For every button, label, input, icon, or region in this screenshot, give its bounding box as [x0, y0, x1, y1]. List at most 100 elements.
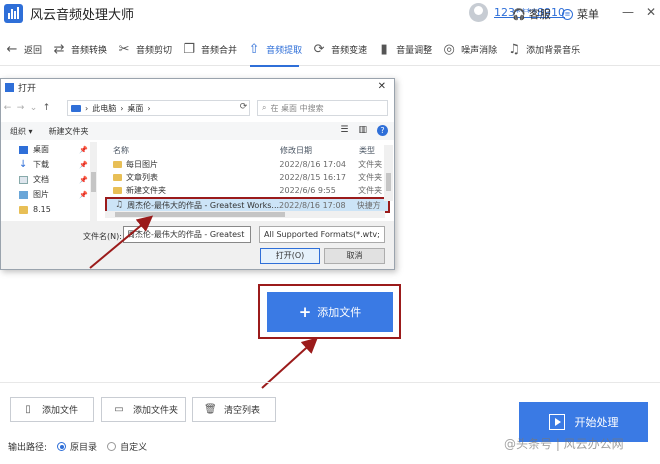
pin-icon: 📌: [79, 145, 88, 154]
nav-item-downloads[interactable]: ↓ 下载 📌: [1, 157, 98, 172]
radio-original-dir[interactable]: 原目录: [57, 440, 97, 453]
nav-item-label: 8.15: [33, 205, 51, 214]
radio-custom-dir[interactable]: 自定义: [107, 440, 147, 453]
dialog-close-icon[interactable]: ✕: [378, 81, 386, 92]
new-folder-button[interactable]: 新建文件夹: [49, 126, 89, 137]
filename-input[interactable]: 周杰伦-最伟大的作品 - Greatest: [123, 226, 251, 243]
nav-item-label: 下载: [33, 160, 49, 169]
speed-icon: ⟳: [313, 42, 325, 57]
file-row[interactable]: 新建文件夹 2022/6/6 9:55 文件夹: [105, 184, 390, 197]
view-options-icon[interactable]: ☰: [340, 125, 348, 136]
back-arrow-icon: ←: [6, 42, 18, 57]
radio-unchecked-icon: [107, 442, 117, 451]
open-button[interactable]: 打开(O): [260, 248, 320, 264]
dialog-app-icon: [5, 83, 14, 92]
toolbar-extract[interactable]: ⇧ 音频提取: [242, 34, 307, 67]
preview-pane-icon[interactable]: ▥: [358, 125, 367, 136]
help-icon[interactable]: ?: [377, 125, 388, 136]
radio-label: 自定义: [120, 443, 148, 453]
menu-label: 菜单: [577, 8, 599, 21]
add-file-highlight: + 添加文件: [258, 284, 401, 339]
toolbar-merge[interactable]: ❐ 音频合并: [177, 34, 242, 66]
folder-icon: [113, 161, 122, 168]
app-logo-icon: [4, 4, 23, 23]
toolbar-label: 音频转换: [71, 46, 108, 56]
search-placeholder: 在 桌面 中搜索: [270, 103, 324, 113]
bottom-divider: [0, 382, 660, 383]
file-list-hscrollbar[interactable]: [105, 211, 385, 218]
clear-list-button[interactable]: 🗑 清空列表: [192, 397, 276, 422]
nav-item-documents[interactable]: 文档 📌: [1, 172, 98, 187]
nav-item-pictures[interactable]: 图片 📌: [1, 187, 98, 202]
headset-icon: 🎧: [512, 7, 526, 21]
toolbar-label: 音频变速: [331, 46, 368, 56]
dialog-footer: 文件名(N): 周杰伦-最伟大的作品 - Greatest All Suppor…: [1, 221, 394, 269]
toolbar-convert[interactable]: ⇄ 音频转换: [47, 34, 112, 66]
breadcrumb-desktop[interactable]: 桌面: [127, 103, 143, 114]
cancel-button[interactable]: 取消: [324, 248, 385, 264]
organize-button[interactable]: 组织 ▾: [10, 126, 33, 137]
breadcrumb-pc[interactable]: 此电脑: [92, 103, 116, 114]
music-icon: ♫: [508, 42, 520, 57]
nav-up-icon[interactable]: ↑: [40, 103, 53, 113]
toolbar-label: 音频合并: [201, 46, 238, 56]
file-row[interactable]: 文章列表 2022/8/15 16:17 文件夹: [105, 171, 390, 184]
breadcrumb-sep-icon: ›: [147, 103, 151, 113]
pin-icon: 📌: [79, 160, 88, 169]
nav-item-desktop[interactable]: 桌面 📌: [1, 142, 98, 157]
minimize-icon[interactable]: —: [622, 5, 634, 19]
upload-icon: ⇧: [248, 42, 260, 57]
function-toolbar: ← 返回 ⇄ 音频转换 ✂ 音频剪切 ❐ 音频合并 ⇧ 音频提取 ⟳ 音频变速 …: [0, 34, 660, 67]
toolbar-speed[interactable]: ⟳ 音频变速: [307, 34, 372, 66]
dialog-nav-bar: ← → ⌄ ↑ › 此电脑 › 桌面 › ⟳ ⌕ 在 桌面 中搜索: [1, 100, 394, 116]
toolbar-volume[interactable]: ▮ 音量调整: [372, 34, 437, 66]
nav-item-label: 桌面: [33, 145, 49, 154]
format-select[interactable]: All Supported Formats(*.wtv;: [259, 226, 385, 243]
toolbar-cut[interactable]: ✂ 音频剪切: [112, 34, 177, 66]
toolbar-back[interactable]: ← 返回: [0, 34, 47, 66]
avatar[interactable]: [469, 3, 488, 22]
add-file-button[interactable]: ▯ 添加文件: [10, 397, 94, 422]
app-window: 风云音频处理大师 123****8910 🎧 客服 ≡ 菜单 — ✕ ← 返回 …: [0, 0, 660, 464]
convert-icon: ⇄: [53, 42, 65, 57]
customer-service-button[interactable]: 🎧 客服: [512, 6, 551, 22]
toolbar-bgm[interactable]: ♫ 添加背景音乐: [502, 34, 585, 66]
folder-outline-icon: ▭: [114, 404, 124, 415]
nav-item-folder[interactable]: 8.15: [1, 202, 98, 217]
file-name: 周杰伦-最伟大的作品 - Greatest Works...: [127, 200, 279, 210]
filename-value: 周杰伦-最伟大的作品 - Greatest: [127, 230, 245, 239]
nav-back-icon[interactable]: ←: [1, 103, 14, 113]
add-folder-button[interactable]: ▭ 添加文件夹: [101, 397, 186, 422]
nav-forward-icon[interactable]: →: [14, 103, 27, 113]
add-file-big-button[interactable]: + 添加文件: [267, 292, 393, 332]
toolbar-noise[interactable]: ◎ 噪声消除: [437, 34, 502, 66]
watermark: @头条号 | 风云办公网: [504, 437, 624, 451]
file-name: 新建文件夹: [126, 186, 166, 195]
dialog-nav-pane: 桌面 📌 ↓ 下载 📌 文档 📌 图片 📌 8.15: [1, 142, 98, 222]
refresh-icon[interactable]: ⟳: [237, 102, 250, 112]
file-list-vscrollbar[interactable]: [384, 145, 393, 201]
radio-label: 原目录: [70, 443, 98, 453]
toolbar-label: 返回: [24, 46, 43, 56]
close-icon[interactable]: ✕: [646, 5, 656, 19]
folder-icon: [113, 187, 122, 194]
file-date: 2022/6/6 9:55: [279, 186, 336, 195]
file-name: 文章列表: [126, 173, 158, 182]
nav-dropdown-icon[interactable]: ⌄: [27, 103, 40, 113]
toolbar-label: 音量调整: [396, 46, 433, 56]
file-icon: ▯: [25, 404, 31, 415]
noise-icon: ◎: [443, 42, 455, 57]
column-date[interactable]: 修改日期: [280, 145, 359, 157]
add-file-label: 添加文件: [42, 406, 79, 416]
file-row[interactable]: 每日图片 2022/8/16 17:04 文件夹: [105, 158, 390, 171]
pin-icon: 📌: [79, 190, 88, 199]
dialog-search-input[interactable]: ⌕ 在 桌面 中搜索: [257, 100, 388, 116]
pin-icon: 📌: [79, 175, 88, 184]
address-bar[interactable]: › 此电脑 › 桌面 ›: [67, 100, 250, 116]
nav-scrollbar[interactable]: [90, 142, 97, 224]
menu-button[interactable]: ≡ 菜单: [562, 6, 599, 22]
file-date: 2022/8/16 17:08: [279, 200, 346, 210]
document-icon: [19, 175, 28, 184]
desktop-icon: [19, 145, 28, 154]
column-name[interactable]: 名称: [105, 145, 280, 157]
